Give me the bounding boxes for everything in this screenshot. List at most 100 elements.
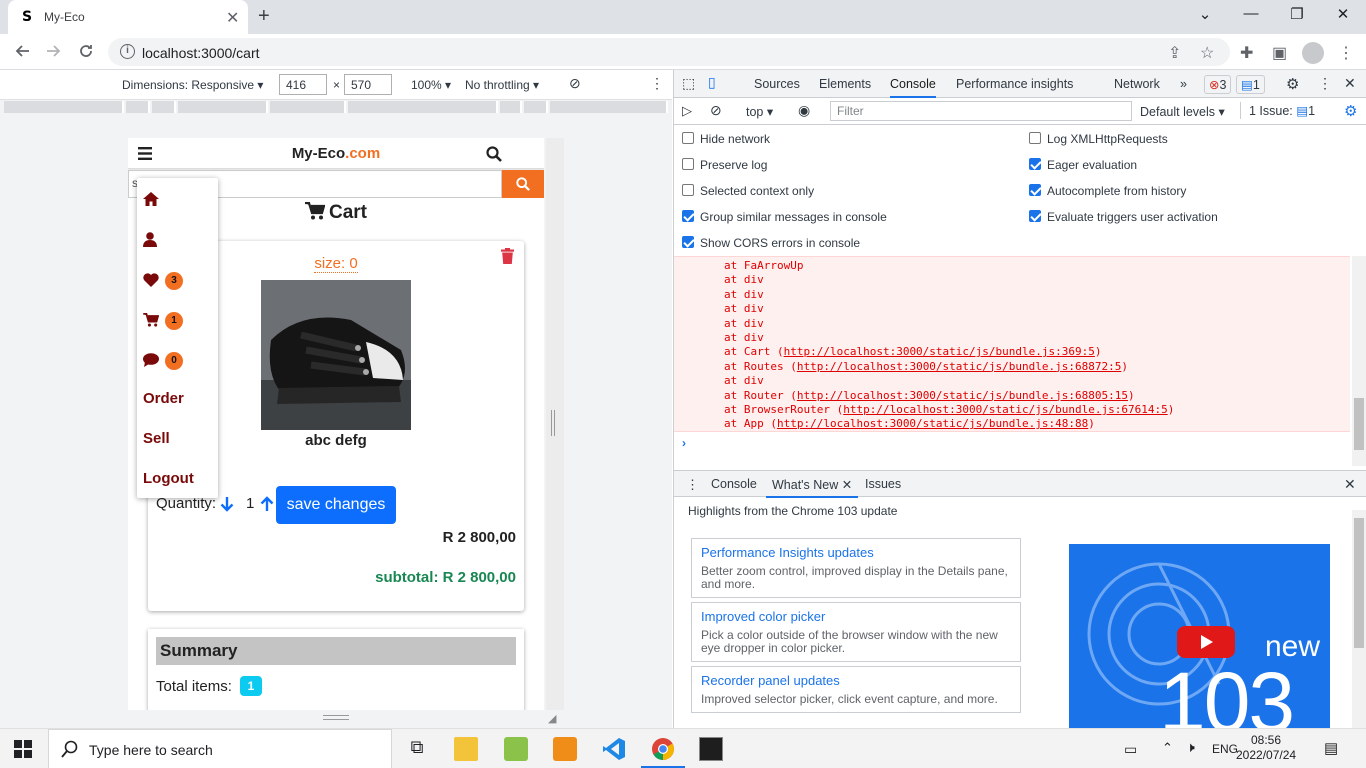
width-input[interactable]: 416 [279,74,327,95]
share-icon[interactable]: ⇪ [1168,43,1181,63]
drawer-tab-issues[interactable]: Issues [865,477,901,491]
settings-gear-icon[interactable]: ⚙ [1286,75,1299,93]
devtools-more-icon[interactable]: ⋮ [1318,75,1332,92]
tab-elements[interactable]: Elements [819,77,871,91]
save-changes-button[interactable]: save changes [276,486,396,524]
console-filter-input[interactable]: Filter [830,101,1132,121]
vscode-icon[interactable] [602,737,626,761]
youtube-play-icon[interactable] [1177,626,1235,658]
menu-sell[interactable]: Sell [143,430,170,447]
menu-messages[interactable]: 0 [143,350,203,372]
menu-profile[interactable] [143,232,157,247]
stack-line[interactable]: at BrowserRouter (http://localhost:3000/… [724,403,1174,416]
volume-muted-icon[interactable]: 🕨 [1186,739,1195,756]
terminal-icon[interactable] [699,737,723,761]
chrome-menu-icon[interactable]: ⋮ [1338,43,1354,63]
windows-start-icon[interactable] [14,740,32,758]
whats-new-card[interactable]: Recorder panel updates Improved selector… [691,666,1021,713]
setting-checkbox[interactable] [1029,184,1041,196]
brand-logo[interactable]: My-Eco.com [128,145,544,162]
menu-order[interactable]: Order [143,390,184,407]
whats-new-card[interactable]: Improved color picker Pick a color outsi… [691,602,1021,662]
console-setting-row[interactable]: Autocomplete from history [1029,184,1186,198]
menu-wishlist[interactable]: 3 [143,270,203,292]
setting-checkbox[interactable] [682,184,694,196]
search-button[interactable] [502,170,544,198]
bookmark-star-icon[interactable]: ☆ [1200,43,1214,63]
sublime-text-icon[interactable] [553,737,577,761]
messages-counter[interactable]: ▤1 [1236,75,1265,94]
console-setting-row[interactable]: Log XMLHttpRequests [1029,132,1168,146]
setting-checkbox[interactable] [1029,132,1041,144]
close-tab-icon[interactable]: ✕ [226,8,239,28]
drawer-scrollbar[interactable] [1352,510,1366,728]
close-devtools-icon[interactable]: ✕ [1344,75,1356,92]
setting-checkbox[interactable] [1029,158,1041,170]
maximize-icon[interactable]: ❐ [1282,5,1312,23]
stack-source-link[interactable]: http://localhost:3000/static/js/bundle.j… [777,417,1088,430]
console-setting-row[interactable]: Show CORS errors in console [682,236,860,250]
media-query-ruler[interactable] [0,100,672,114]
tab-console[interactable]: Console [890,77,936,98]
stack-source-link[interactable]: http://localhost:3000/static/js/bundle.j… [784,345,1095,358]
throttling-dropdown[interactable]: No throttling ▾ [465,78,539,92]
trash-icon[interactable] [501,248,514,264]
setting-checkbox[interactable] [682,132,694,144]
console-setting-row[interactable]: Hide network [682,132,770,146]
extensions-icon[interactable]: ✚ [1240,43,1253,63]
zoom-dropdown[interactable]: 100% ▾ [411,78,451,92]
taskbar-search-box[interactable]: Type here to search [48,729,392,768]
device-more-icon[interactable]: ⋮ [650,75,664,92]
console-setting-row[interactable]: Evaluate triggers user activation [1029,210,1218,224]
close-window-icon[interactable]: ✕ [1328,5,1358,23]
stack-line[interactable]: at Cart (http://localhost:3000/static/js… [724,345,1102,358]
resize-corner-icon[interactable]: ◢ [548,712,556,725]
arrow-down-icon[interactable] [220,496,234,512]
console-prompt[interactable]: › [682,436,686,450]
resize-handle-right[interactable] [551,410,555,436]
stack-source-link[interactable]: http://localhost:3000/static/js/bundle.j… [797,389,1128,402]
console-setting-row[interactable]: Eager evaluation [1029,158,1137,172]
notifications-icon[interactable]: ▤ [1324,739,1338,757]
console-setting-row[interactable]: Preserve log [682,158,767,172]
show-hidden-icons[interactable]: ⌃ [1162,740,1173,756]
tab-search-icon[interactable]: ⌄ [1190,5,1220,23]
console-setting-row[interactable]: Group similar messages in console [682,210,887,224]
log-levels-dropdown[interactable]: Default levels ▾ [1140,104,1225,119]
setting-checkbox[interactable] [1029,210,1041,222]
profile-avatar[interactable] [1302,42,1324,64]
reload-icon[interactable] [78,43,94,59]
close-whats-new-icon[interactable]: ✕ [842,478,852,492]
rotate-icon[interactable]: ⊘ [569,75,581,92]
clear-console-icon[interactable]: ⊘ [710,102,722,119]
setting-checkbox[interactable] [682,158,694,170]
stack-line[interactable]: at App (http://localhost:3000/static/js/… [724,417,1095,430]
tab-performance-insights[interactable]: Performance insights [956,77,1073,91]
file-explorer-icon[interactable] [454,737,478,761]
forward-icon[interactable] [46,43,62,59]
language-indicator[interactable]: ENG [1212,742,1238,756]
site-info-icon[interactable]: i [120,44,135,59]
app-icon[interactable] [504,737,528,761]
resize-handle-bottom[interactable] [323,715,349,720]
search-icon[interactable] [486,146,502,162]
context-selector[interactable]: top ▾ [746,104,773,119]
arrow-up-icon[interactable] [260,495,274,512]
setting-checkbox[interactable] [682,236,694,248]
issues-button[interactable]: 1 Issue: ▤1 [1240,102,1323,119]
menu-cart[interactable]: 1 [143,310,203,332]
tab-network[interactable]: Network [1114,77,1160,91]
drawer-tab-console[interactable]: Console [711,477,757,491]
live-expression-eye-icon[interactable]: ◉ [798,102,810,119]
new-tab-icon[interactable]: + [258,5,270,28]
tab-sources[interactable]: Sources [754,77,800,91]
battery-icon[interactable]: ▭ [1124,741,1137,758]
whats-new-video-banner[interactable]: new 103 [1069,544,1330,728]
menu-home[interactable] [143,192,159,206]
whats-new-card[interactable]: Performance Insights updates Better zoom… [691,538,1021,598]
console-setting-row[interactable]: Selected context only [682,184,814,198]
drawer-tab-whats-new[interactable]: What's New ✕ [766,477,859,498]
stack-source-link[interactable]: http://localhost:3000/static/js/bundle.j… [797,360,1122,373]
task-view-icon[interactable]: ⧉ [405,737,429,761]
setting-checkbox[interactable] [682,210,694,222]
